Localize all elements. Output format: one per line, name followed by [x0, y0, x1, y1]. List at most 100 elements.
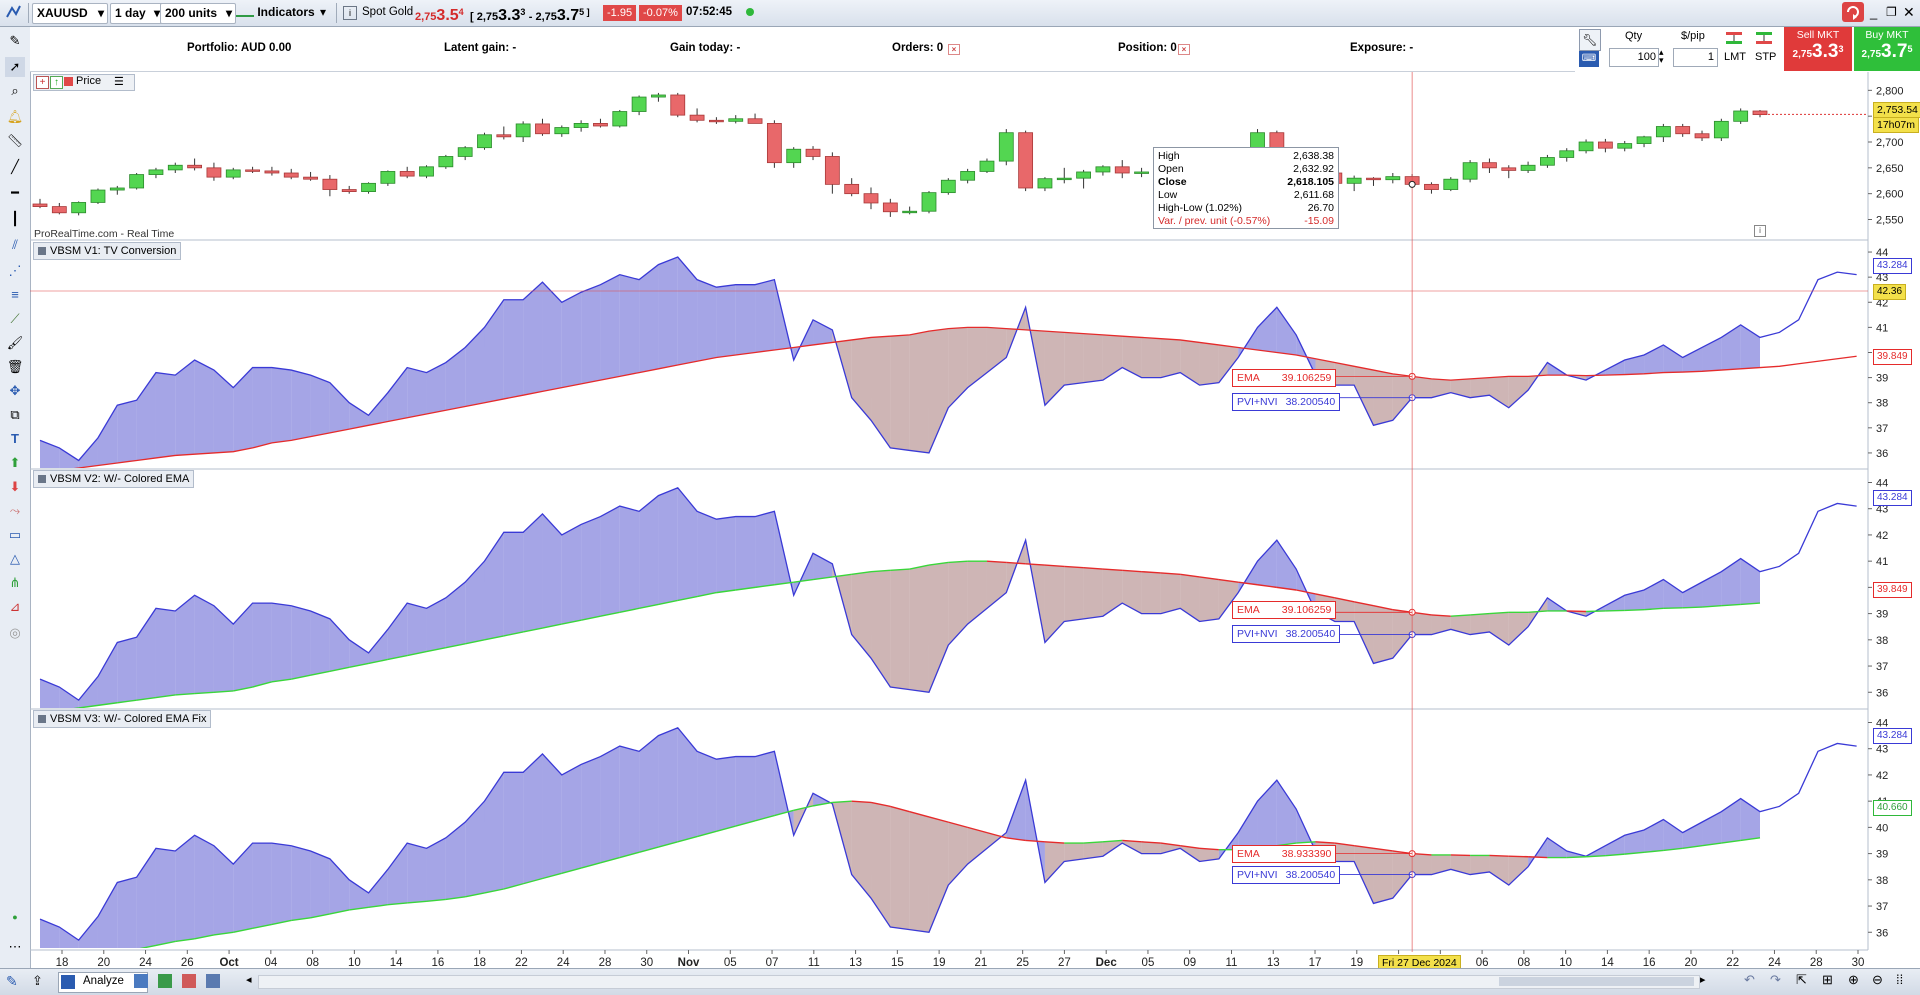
candle: [1655, 123, 1671, 142]
area-fill-segment: [233, 603, 253, 691]
redo-icon[interactable]: ↷: [1770, 972, 1781, 988]
candle-body: [593, 123, 608, 127]
indicator-axis-label: 36: [1876, 927, 1888, 939]
candle-body: [303, 176, 318, 180]
area-fill-segment: [600, 746, 620, 863]
candle: [805, 146, 821, 161]
area-fill-segment: [233, 843, 253, 933]
candle: [51, 202, 67, 215]
tooltip-var-label: Var. / prev. unit (-0.57%): [1158, 215, 1271, 227]
add-indicator-icon[interactable]: +: [36, 76, 49, 89]
candle-body: [1134, 171, 1149, 174]
candle: [1037, 177, 1053, 192]
zoom-in-icon[interactable]: ⊕: [1848, 972, 1859, 988]
candle-body: [515, 123, 531, 138]
area-fill-segment: [291, 845, 311, 921]
area-fill-segment: [1122, 336, 1142, 378]
panel-3-label[interactable]: VBSM V3: W/- Colored EMA Fix: [33, 710, 212, 728]
candle-body: [457, 147, 473, 157]
panel-menu-icon[interactable]: ☰: [114, 75, 124, 88]
candle-body: [1559, 150, 1575, 158]
candle: [921, 191, 937, 214]
area-fill-segment: [291, 370, 311, 441]
candle: [148, 167, 164, 179]
candle: [998, 129, 1014, 166]
candle-body: [1578, 141, 1594, 152]
panel-1-label[interactable]: VBSM V1: TV Conversion: [33, 242, 182, 260]
orders-icon[interactable]: [182, 974, 196, 988]
area-fill-segment: [523, 513, 543, 632]
pencil-icon[interactable]: ✎: [6, 973, 24, 991]
candle-body: [902, 210, 918, 214]
indicator-axis-label: 41: [1876, 322, 1888, 334]
candle-body: [322, 178, 338, 190]
ema-value: 39.106259: [1281, 372, 1332, 384]
screener-icon[interactable]: [134, 974, 148, 988]
indicator-axis-label: 36: [1876, 448, 1888, 460]
candle-body: [921, 192, 937, 212]
expand-icon[interactable]: ⇱: [1796, 972, 1807, 988]
horizontal-scrollbar[interactable]: [258, 975, 1700, 989]
area-fill-segment: [1470, 377, 1490, 398]
candle-body: [535, 123, 550, 135]
zoom-out-icon[interactable]: ⊖: [1872, 972, 1883, 988]
candle: [651, 92, 666, 102]
indicator-axis-label: 42: [1876, 530, 1888, 542]
candle: [90, 188, 106, 204]
chart-area[interactable]: 2,8002,7502,7002,6502,6002,5504443424140…: [0, 0, 1920, 994]
area-fill-segment: [117, 877, 137, 948]
list-icon[interactable]: [158, 974, 172, 988]
tooltip-hl: 26.70: [1307, 202, 1334, 214]
area-fill-segment: [407, 603, 427, 656]
area-fill-segment: [1605, 360, 1625, 376]
candle-body: [573, 123, 589, 128]
scroll-right-button[interactable]: ▸: [1700, 973, 1706, 986]
share-icon[interactable]: ⇪: [32, 973, 50, 991]
candle: [1520, 161, 1536, 173]
candle-body: [51, 206, 67, 214]
candle: [689, 108, 705, 123]
candle: [844, 178, 860, 197]
panel-2-label[interactable]: VBSM V2: W/- Colored EMA: [33, 470, 195, 488]
area-fill-segment: [155, 372, 176, 458]
area-fill-segment: [813, 553, 833, 580]
zoom-area-icon[interactable]: ⊞: [1822, 972, 1833, 988]
area-fill-segment: [619, 274, 640, 377]
panel-1-value-tag: 43.284: [1873, 258, 1912, 274]
area-fill-segment: [1412, 376, 1432, 398]
area-fill-segment: [523, 282, 543, 396]
ema-line-segment: [1682, 606, 1703, 609]
area-fill-segment: [291, 605, 311, 680]
candle: [631, 95, 647, 116]
scroll-left-button[interactable]: ◂: [246, 973, 256, 989]
candle: [766, 120, 782, 168]
area-fill-segment: [155, 848, 176, 946]
panel-2-ema-axis-tag: 39.849: [1873, 582, 1912, 598]
move-panel-icon[interactable]: ↑: [50, 76, 63, 89]
area-fill-segment: [1412, 853, 1432, 875]
ema-label: EMA: [1237, 604, 1260, 616]
undo-icon[interactable]: ↶: [1744, 972, 1755, 988]
grid-icon[interactable]: ⁞⁞: [1896, 972, 1903, 987]
candle: [399, 166, 415, 179]
tooltip-low-label: Low: [1158, 189, 1178, 201]
charts-icon[interactable]: [206, 974, 220, 988]
area-fill-segment: [445, 582, 466, 648]
candle-body: [631, 96, 647, 112]
info-icon[interactable]: i: [1754, 225, 1766, 237]
candle: [303, 171, 318, 181]
price-panel-header: + ↑ Price ☰: [33, 74, 135, 91]
area-fill-segment: [368, 392, 388, 426]
candle-body: [1694, 133, 1710, 139]
candle-body: [225, 169, 241, 178]
area-fill-segment: [697, 751, 717, 837]
scrollbar-thumb[interactable]: [1499, 977, 1694, 986]
tooltip-low: 2,611.68: [1293, 189, 1334, 201]
area-fill-segment: [175, 835, 195, 942]
ema-line-segment: [1624, 608, 1645, 612]
area-fill-segment: [1257, 540, 1277, 588]
candle-body: [90, 189, 106, 203]
area-fill-segment: [928, 562, 949, 693]
candle-body: [71, 202, 87, 214]
price-color-icon: [64, 77, 73, 86]
